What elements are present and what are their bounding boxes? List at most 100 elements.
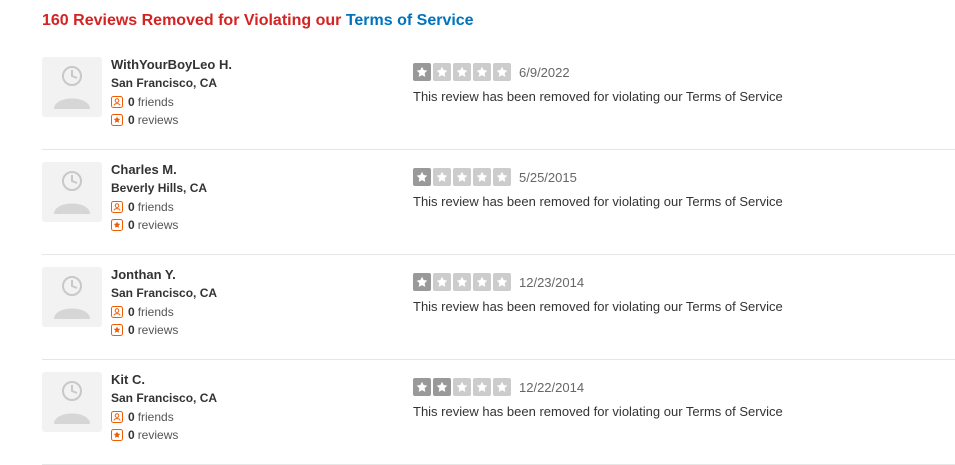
default-avatar-icon bbox=[54, 276, 90, 319]
avatar[interactable] bbox=[42, 57, 102, 117]
star-empty-icon bbox=[493, 168, 511, 186]
star-empty-icon bbox=[433, 273, 451, 291]
default-avatar-icon bbox=[54, 381, 90, 424]
review-star-icon bbox=[111, 324, 123, 336]
review-text: This review has been removed for violati… bbox=[413, 299, 783, 314]
reviews-label: reviews bbox=[137, 113, 179, 127]
friends-label: friends bbox=[137, 305, 174, 319]
user-passport: Charles M. Beverly Hills, CA 0 friends 0… bbox=[111, 162, 207, 232]
reviews-count: 0 reviews bbox=[111, 428, 217, 442]
reviews-count: 0 reviews bbox=[111, 113, 232, 127]
user-name[interactable]: Kit C. bbox=[111, 372, 217, 388]
user-name[interactable]: WithYourBoyLeo H. bbox=[111, 57, 232, 73]
review-content: 5/25/2015 This review has been removed f… bbox=[413, 168, 783, 209]
star-filled-icon bbox=[433, 378, 451, 396]
reviews-number: 0 bbox=[128, 113, 135, 127]
star-filled-icon bbox=[413, 63, 431, 81]
star-empty-icon bbox=[453, 378, 471, 396]
friends-count: 0 friends bbox=[111, 305, 217, 319]
star-empty-icon bbox=[473, 378, 491, 396]
user-passport: WithYourBoyLeo H. San Francisco, CA 0 fr… bbox=[111, 57, 232, 127]
friends-count: 0 friends bbox=[111, 410, 217, 424]
user-location: San Francisco, CA bbox=[111, 286, 218, 300]
friends-number: 0 bbox=[128, 410, 135, 424]
star-rating bbox=[413, 168, 513, 186]
star-rating bbox=[413, 378, 513, 396]
rating-line: 12/22/2014 bbox=[413, 378, 783, 396]
avatar[interactable] bbox=[42, 267, 102, 327]
star-filled-icon bbox=[413, 168, 431, 186]
star-empty-icon bbox=[453, 168, 471, 186]
user-passport: Kit C. San Francisco, CA 0 friends 0 rev… bbox=[111, 372, 217, 442]
review-content: 12/23/2014 This review has been removed … bbox=[413, 273, 783, 314]
review-date: 6/9/2022 bbox=[519, 64, 570, 80]
default-avatar-icon bbox=[54, 171, 90, 214]
rating-line: 12/23/2014 bbox=[413, 273, 783, 291]
user-name[interactable]: Charles M. bbox=[111, 162, 207, 178]
removed-reviews-section: 160 Reviews Removed for Violating our Te… bbox=[0, 0, 955, 465]
heading-prefix: 160 Reviews Removed for Violating our bbox=[42, 12, 342, 29]
star-filled-icon bbox=[413, 273, 431, 291]
review-text: This review has been removed for violati… bbox=[413, 89, 783, 104]
user-location: San Francisco, CA bbox=[111, 76, 218, 90]
friends-number: 0 bbox=[128, 200, 135, 214]
default-avatar-icon bbox=[54, 66, 90, 109]
review-date: 12/23/2014 bbox=[519, 274, 585, 290]
friends-label: friends bbox=[137, 95, 174, 109]
star-empty-icon bbox=[433, 168, 451, 186]
review-date: 5/25/2015 bbox=[519, 169, 577, 185]
friends-icon bbox=[111, 411, 123, 423]
star-rating bbox=[413, 273, 513, 291]
terms-of-service-link[interactable]: Terms of Service bbox=[346, 12, 474, 29]
star-empty-icon bbox=[493, 378, 511, 396]
rating-line: 6/9/2022 bbox=[413, 63, 783, 81]
friends-label: friends bbox=[137, 200, 174, 214]
friends-number: 0 bbox=[128, 305, 135, 319]
user-name[interactable]: Jonthan Y. bbox=[111, 267, 217, 283]
rating-line: 5/25/2015 bbox=[413, 168, 783, 186]
star-empty-icon bbox=[433, 63, 451, 81]
section-heading: 160 Reviews Removed for Violating our Te… bbox=[42, 12, 474, 30]
friends-count: 0 friends bbox=[111, 95, 232, 109]
star-filled-icon bbox=[413, 378, 431, 396]
reviews-count: 0 reviews bbox=[111, 323, 217, 337]
friends-label: friends bbox=[137, 410, 174, 424]
star-rating bbox=[413, 63, 513, 81]
friends-number: 0 bbox=[128, 95, 135, 109]
review-content: 12/22/2014 This review has been removed … bbox=[413, 378, 783, 419]
star-empty-icon bbox=[493, 273, 511, 291]
friends-count: 0 friends bbox=[111, 200, 207, 214]
star-empty-icon bbox=[453, 63, 471, 81]
reviews-number: 0 bbox=[128, 218, 135, 232]
reviews-count: 0 reviews bbox=[111, 218, 207, 232]
review-text: This review has been removed for violati… bbox=[413, 404, 783, 419]
review-star-icon bbox=[111, 219, 123, 231]
star-empty-icon bbox=[453, 273, 471, 291]
review-text: This review has been removed for violati… bbox=[413, 194, 783, 209]
reviews-number: 0 bbox=[128, 428, 135, 442]
reviews-label: reviews bbox=[137, 218, 179, 232]
review-item: Jonthan Y. San Francisco, CA 0 friends 0… bbox=[42, 255, 955, 360]
star-empty-icon bbox=[473, 63, 491, 81]
star-empty-icon bbox=[473, 168, 491, 186]
friends-icon bbox=[111, 201, 123, 213]
friends-icon bbox=[111, 306, 123, 318]
user-passport: Jonthan Y. San Francisco, CA 0 friends 0… bbox=[111, 267, 217, 337]
friends-icon bbox=[111, 96, 123, 108]
review-date: 12/22/2014 bbox=[519, 379, 585, 395]
user-location: San Francisco, CA bbox=[111, 391, 218, 405]
avatar[interactable] bbox=[42, 162, 102, 222]
review-content: 6/9/2022 This review has been removed fo… bbox=[413, 63, 783, 104]
review-item: Kit C. San Francisco, CA 0 friends 0 rev… bbox=[42, 360, 955, 465]
star-empty-icon bbox=[493, 63, 511, 81]
user-location: Beverly Hills, CA bbox=[111, 181, 208, 195]
review-item: Charles M. Beverly Hills, CA 0 friends 0… bbox=[42, 150, 955, 255]
reviews-label: reviews bbox=[137, 428, 179, 442]
avatar[interactable] bbox=[42, 372, 102, 432]
star-empty-icon bbox=[473, 273, 491, 291]
reviews-number: 0 bbox=[128, 323, 135, 337]
reviews-label: reviews bbox=[137, 323, 179, 337]
review-item: WithYourBoyLeo H. San Francisco, CA 0 fr… bbox=[42, 45, 955, 150]
review-star-icon bbox=[111, 429, 123, 441]
review-star-icon bbox=[111, 114, 123, 126]
